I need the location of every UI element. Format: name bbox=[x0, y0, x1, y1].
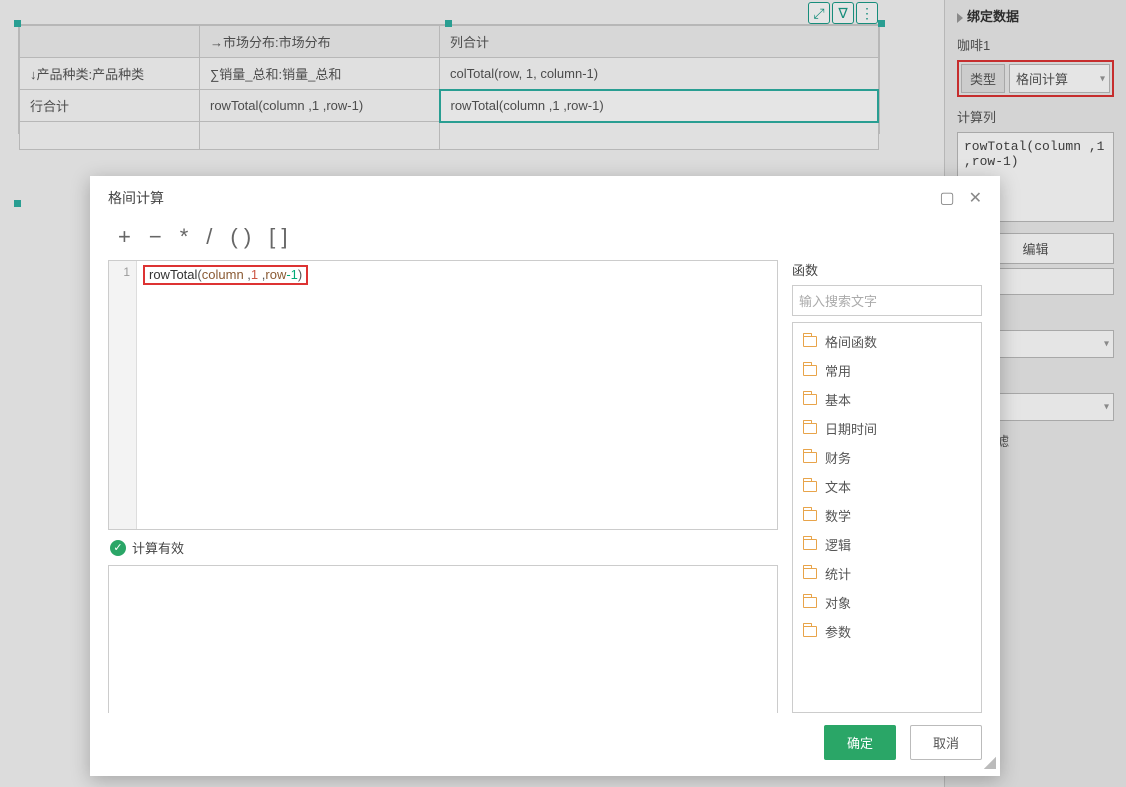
validation-row: ✓ 计算有效 bbox=[108, 530, 778, 565]
func-cat-0[interactable]: 格间函数 bbox=[793, 327, 981, 356]
folder-icon bbox=[803, 568, 817, 579]
op-div[interactable]: / bbox=[206, 224, 212, 250]
ok-button[interactable]: 确定 bbox=[824, 725, 896, 760]
func-cat-6[interactable]: 数学 bbox=[793, 501, 981, 530]
folder-icon bbox=[803, 597, 817, 608]
func-cat-9[interactable]: 对象 bbox=[793, 588, 981, 617]
func-cat-8[interactable]: 统计 bbox=[793, 559, 981, 588]
cancel-button[interactable]: 取消 bbox=[910, 725, 982, 760]
preview-box[interactable] bbox=[108, 565, 778, 713]
op-plus[interactable]: + bbox=[118, 224, 131, 250]
op-minus[interactable]: − bbox=[149, 224, 162, 250]
formula-editor[interactable]: 1 rowTotal(column ,1 ,row-1) bbox=[108, 260, 778, 530]
line-number: 1 bbox=[109, 261, 136, 283]
folder-icon bbox=[803, 481, 817, 492]
folder-icon bbox=[803, 452, 817, 463]
folder-icon bbox=[803, 365, 817, 376]
func-cat-4[interactable]: 财务 bbox=[793, 443, 981, 472]
func-cat-7[interactable]: 逻辑 bbox=[793, 530, 981, 559]
operator-row: + − * / ( ) [ ] bbox=[108, 220, 982, 260]
folder-icon bbox=[803, 336, 817, 347]
folder-icon bbox=[803, 423, 817, 434]
modal-footer: 确定 取消 bbox=[90, 713, 1000, 776]
func-cat-3[interactable]: 日期时间 bbox=[793, 414, 981, 443]
modal-dialog: 格间计算 ▢ ✕ + − * / ( ) [ ] 1 rowTotal(colu… bbox=[90, 176, 1000, 776]
func-cat-1[interactable]: 常用 bbox=[793, 356, 981, 385]
validation-text: 计算有效 bbox=[132, 538, 184, 557]
modal-title: 格间计算 bbox=[108, 188, 164, 208]
op-mul[interactable]: * bbox=[180, 224, 189, 250]
func-cat-10[interactable]: 参数 bbox=[793, 617, 981, 646]
folder-icon bbox=[803, 510, 817, 521]
close-icon[interactable]: ✕ bbox=[969, 188, 982, 208]
func-cat-5[interactable]: 文本 bbox=[793, 472, 981, 501]
check-icon: ✓ bbox=[110, 540, 126, 556]
modal-header: 格间计算 ▢ ✕ bbox=[90, 176, 1000, 220]
func-list: 格间函数 常用 基本 日期时间 财务 文本 数学 逻辑 统计 对象 参数 bbox=[792, 322, 982, 713]
maximize-icon[interactable]: ▢ bbox=[939, 188, 954, 208]
func-header: 函数 bbox=[792, 260, 982, 285]
folder-icon bbox=[803, 394, 817, 405]
func-cat-2[interactable]: 基本 bbox=[793, 385, 981, 414]
folder-icon bbox=[803, 626, 817, 637]
op-paren[interactable]: ( ) bbox=[230, 224, 251, 250]
func-search-input[interactable]: 输入搜索文字 bbox=[792, 285, 982, 316]
formula-highlight: rowTotal(column ,1 ,row-1) bbox=[143, 265, 308, 285]
resize-grip-icon[interactable]: ◢ bbox=[984, 752, 996, 772]
folder-icon bbox=[803, 539, 817, 550]
op-bracket[interactable]: [ ] bbox=[269, 224, 287, 250]
formula-line: rowTotal(column ,1 ,row-1) bbox=[143, 265, 308, 285]
